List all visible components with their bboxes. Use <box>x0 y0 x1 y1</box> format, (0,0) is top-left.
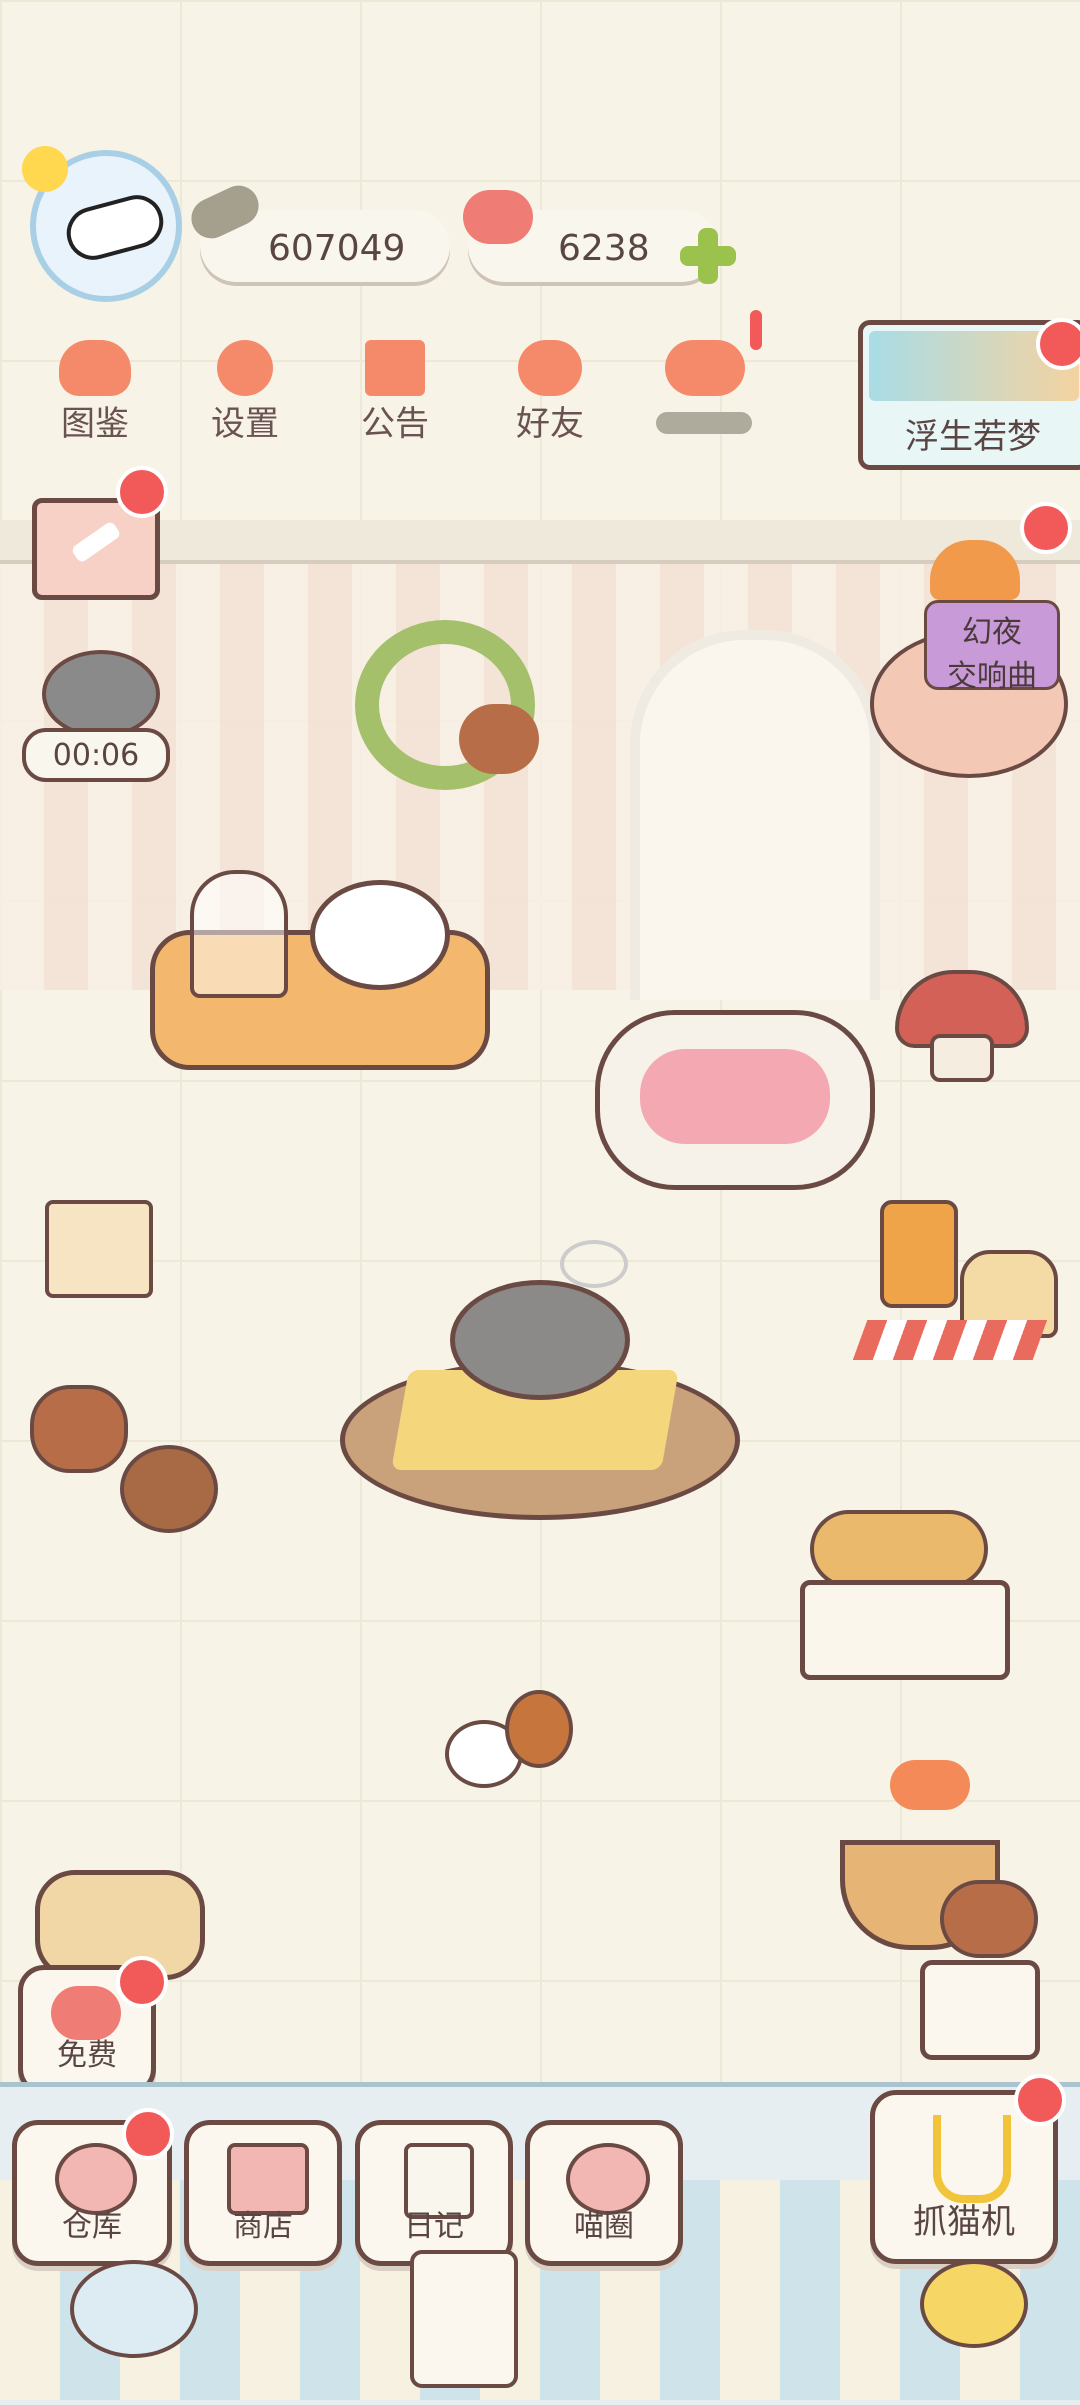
menu-collection-label: 图鉴 <box>61 404 129 444</box>
notification-dot <box>122 2108 174 2160</box>
avatar[interactable] <box>22 146 182 302</box>
cat-tin <box>410 2250 518 2388</box>
menu-settings[interactable]: 设置 <box>190 340 300 445</box>
event-card-symphony[interactable]: 幻夜 交响曲 <box>870 540 1070 778</box>
pencil-icon <box>70 520 122 564</box>
bow-icon <box>890 1760 970 1810</box>
pink-rug[interactable] <box>595 1010 875 1190</box>
cat-pumpkin-hat-icon <box>930 540 1020 600</box>
menu-announcement[interactable]: 公告 <box>340 340 450 445</box>
jam-bread-picnic[interactable] <box>850 1200 1060 1370</box>
bread-cart[interactable] <box>800 1510 1010 1690</box>
symphony-label-box: 幻夜 交响曲 <box>924 600 1060 694</box>
notification-dot <box>1020 502 1072 554</box>
autumn-wreath[interactable] <box>355 620 539 790</box>
avatar-doodle <box>60 189 170 266</box>
notification-dot <box>1036 318 1080 370</box>
hotpot-table[interactable] <box>340 1240 740 1560</box>
nav-diary[interactable]: 日记 <box>355 2120 513 2266</box>
add-currency-button[interactable] <box>680 228 736 284</box>
symphony-label-line1: 幻夜 <box>962 615 1022 650</box>
heart-count: 6238 <box>558 228 650 269</box>
nav-cat-circle-label: 喵圈 <box>574 2209 634 2244</box>
star-sticker-icon <box>22 146 68 192</box>
notification-dot <box>116 1956 168 2008</box>
mushroom-stem <box>930 1034 994 1082</box>
friends-icon <box>518 340 582 396</box>
mushroom-house[interactable] <box>895 930 1029 1082</box>
squirrel-icon <box>459 704 539 774</box>
menu-likes[interactable] <box>650 310 762 440</box>
free-label: 免费 <box>57 2038 117 2073</box>
menu-friends-label: 好友 <box>516 404 584 444</box>
nav-storage-label: 仓库 <box>62 2209 122 2244</box>
timer-text: 00:06 <box>52 738 140 773</box>
squirrel-icon <box>940 1880 1038 1958</box>
hearts-icon <box>665 340 745 396</box>
menu-collection[interactable]: 图鉴 <box>40 340 150 445</box>
bread-loaves-icon <box>810 1510 988 1588</box>
menu-announcement-label: 公告 <box>361 404 429 444</box>
fruit-basket[interactable] <box>840 1760 1040 1960</box>
notification-dot <box>1014 2074 1066 2126</box>
claw-icon <box>933 2115 1011 2203</box>
cat-face-icon <box>59 340 131 396</box>
nav-diary-label: 日记 <box>404 2209 464 2244</box>
fish-currency[interactable]: 607049 <box>184 179 450 282</box>
cake-box-icon <box>45 1200 153 1298</box>
gear-icon <box>217 340 273 396</box>
heart-currency[interactable]: 6238 <box>463 190 736 284</box>
heart-rug-icon <box>640 1049 830 1144</box>
nav-shop[interactable]: 商店 <box>184 2120 342 2266</box>
mouse-face-icon <box>42 650 160 738</box>
gift-icon <box>365 340 425 396</box>
basket-body <box>35 1870 205 1980</box>
yellow-flower-icon <box>920 2260 1028 2348</box>
fish-count: 607049 <box>268 228 406 269</box>
pot-lid <box>120 1445 218 1533</box>
mouse-timer[interactable]: 00:06 <box>22 640 172 782</box>
heart-icon <box>463 190 533 244</box>
candle-dome-icon <box>190 870 288 998</box>
event-card-dream-label: 浮生若梦 <box>905 417 1041 457</box>
claw-machine-label: 抓猫机 <box>913 2202 1015 2242</box>
squirrel-icon <box>30 1385 128 1473</box>
plant-vase <box>70 2260 198 2358</box>
cake-stand[interactable] <box>25 1140 165 1330</box>
checkered-cloth <box>852 1320 1048 1360</box>
arched-doorway <box>630 630 880 1000</box>
teapot-icon <box>310 880 450 990</box>
notification-dot <box>116 466 168 518</box>
hourglass-stand <box>920 1960 1040 2060</box>
plus-icon-bar <box>680 246 736 266</box>
tea-table[interactable] <box>150 870 490 1110</box>
cat-basket[interactable] <box>25 1840 205 1980</box>
hamster-cluster[interactable] <box>445 1690 575 1800</box>
exclamation-icon <box>750 310 762 350</box>
nav-shop-label: 商店 <box>233 2209 293 2244</box>
loading-bar <box>656 412 752 434</box>
acorn-icon <box>505 1690 573 1768</box>
cart-shelf <box>800 1580 1010 1680</box>
steam-icon <box>560 1240 628 1288</box>
nav-cat-circle[interactable]: 喵圈 <box>525 2120 683 2266</box>
timer-pill: 00:06 <box>22 728 170 782</box>
symphony-label-line2: 交响曲 <box>947 659 1037 694</box>
hotpot-icon <box>450 1280 630 1400</box>
menu-settings-label: 设置 <box>211 404 279 444</box>
menu-friends[interactable]: 好友 <box>495 340 605 445</box>
jam-jar-icon <box>880 1200 958 1308</box>
squirrel-pot[interactable] <box>15 1385 218 1545</box>
